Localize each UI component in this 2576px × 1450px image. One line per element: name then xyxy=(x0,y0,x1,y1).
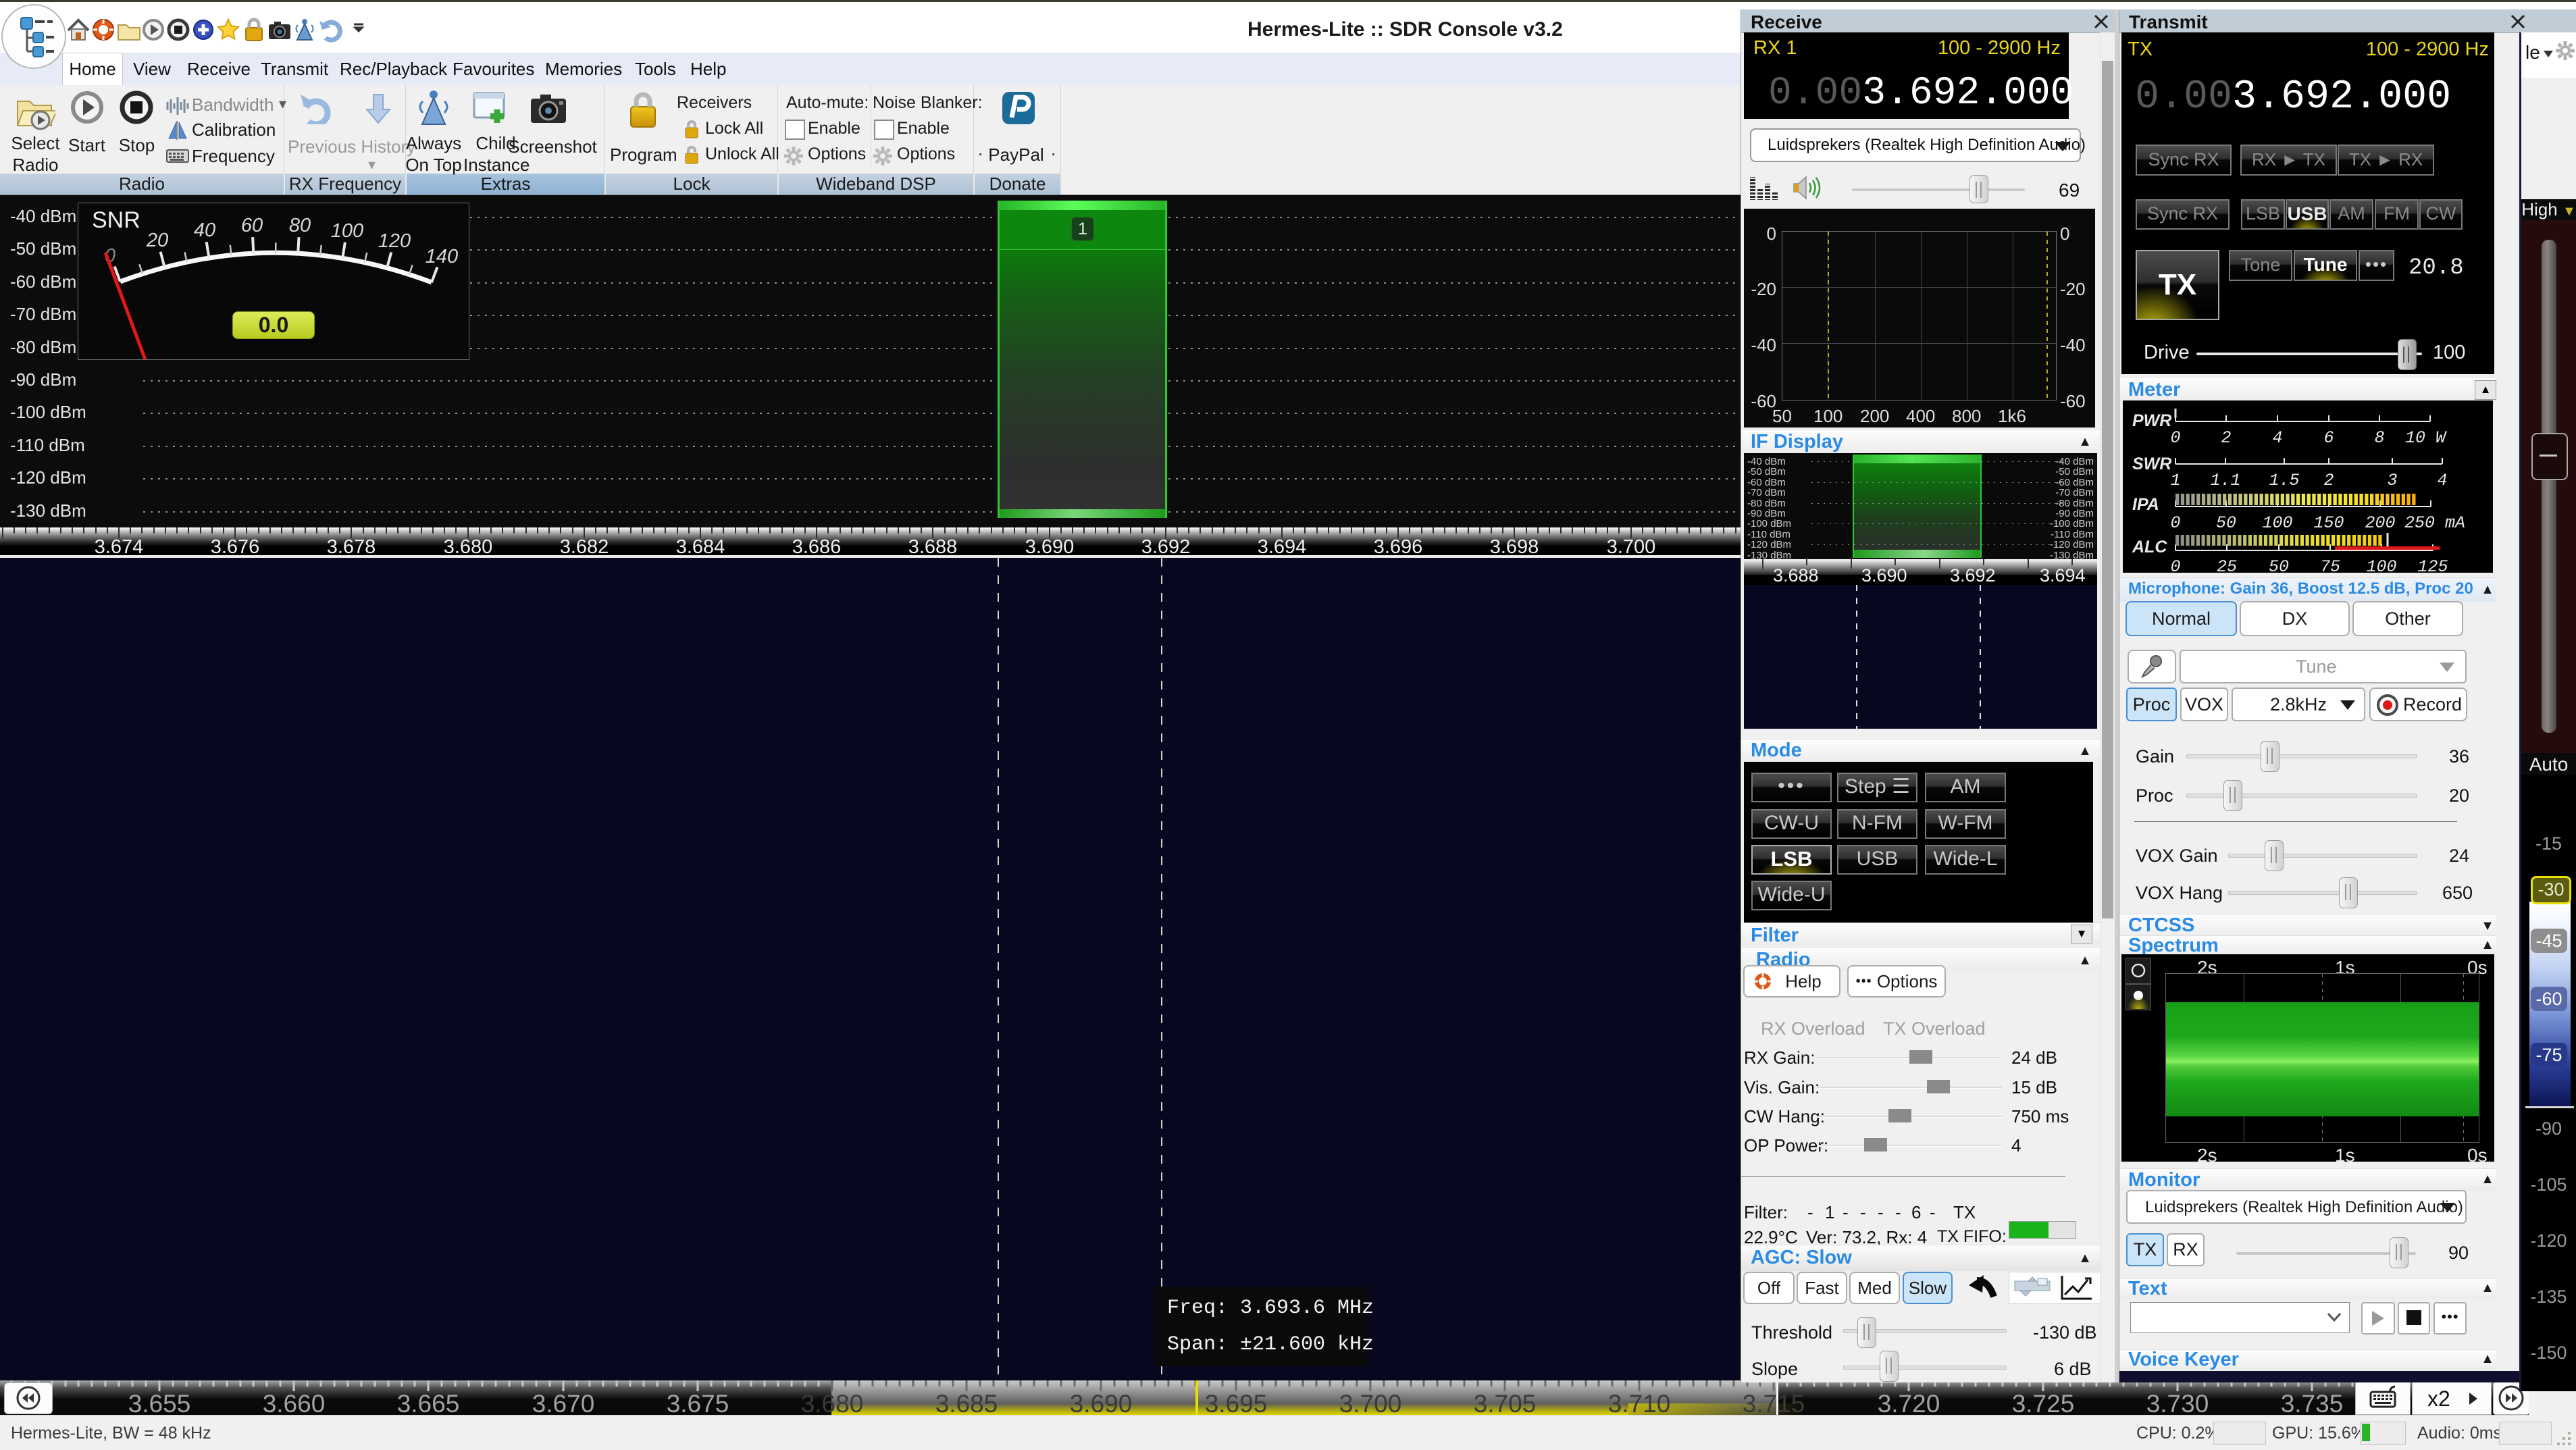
svg-text:10 W: 10 W xyxy=(2405,428,2447,448)
svg-text:0: 0 xyxy=(2170,513,2180,533)
svg-text:0: 0 xyxy=(2170,557,2180,573)
svg-text:50: 50 xyxy=(2269,557,2289,573)
svg-text:25: 25 xyxy=(2217,557,2237,573)
svg-text:4: 4 xyxy=(2437,471,2447,490)
svg-text:100: 100 xyxy=(2366,557,2396,573)
svg-text:80: 80 xyxy=(289,215,311,236)
svg-text:250 mA: 250 mA xyxy=(2404,513,2465,533)
svg-text:120: 120 xyxy=(378,230,411,252)
svg-text:6: 6 xyxy=(2323,428,2334,448)
svg-text:200: 200 xyxy=(2365,513,2395,533)
svg-text:100: 100 xyxy=(2262,513,2292,533)
svg-text:125: 125 xyxy=(2417,557,2448,573)
svg-text:50: 50 xyxy=(2216,513,2236,533)
svg-text:20: 20 xyxy=(146,230,168,251)
svg-text:140: 140 xyxy=(426,246,458,267)
svg-text:0: 0 xyxy=(2170,428,2180,448)
svg-text:75: 75 xyxy=(2320,557,2340,573)
svg-text:1.1: 1.1 xyxy=(2210,471,2240,490)
svg-text:1.5: 1.5 xyxy=(2269,471,2299,490)
svg-text:8: 8 xyxy=(2374,428,2384,448)
svg-text:100: 100 xyxy=(331,220,363,242)
svg-text:60: 60 xyxy=(241,215,263,236)
svg-text:150: 150 xyxy=(2313,513,2344,533)
svg-text:2: 2 xyxy=(2323,471,2334,490)
svg-text:4: 4 xyxy=(2272,428,2282,448)
svg-text:3: 3 xyxy=(2387,471,2397,490)
svg-text:1: 1 xyxy=(2170,471,2180,490)
svg-text:40: 40 xyxy=(194,219,215,241)
svg-text:2: 2 xyxy=(2221,428,2231,448)
